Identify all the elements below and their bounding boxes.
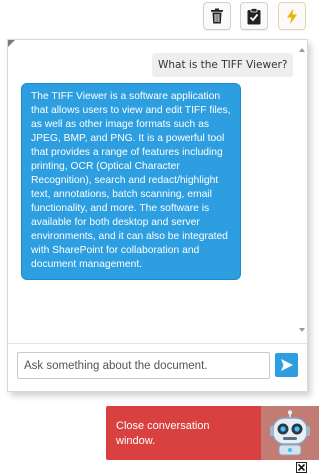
message-list: What is the TIFF Viewer? The TIFF Viewer… bbox=[8, 40, 299, 343]
clipboard-check-icon bbox=[247, 7, 261, 24]
divider bbox=[8, 343, 307, 344]
scrollbar[interactable] bbox=[297, 40, 307, 343]
close-conversation-label: Close conversation window. bbox=[116, 420, 210, 447]
robot-icon bbox=[270, 410, 310, 456]
bot-avatar bbox=[261, 406, 319, 460]
send-arrow-icon bbox=[280, 359, 293, 371]
lightning-icon bbox=[287, 8, 297, 24]
question-input-wrapper bbox=[17, 352, 270, 379]
close-icon bbox=[298, 464, 305, 471]
scroll-up-icon[interactable] bbox=[299, 48, 305, 52]
clipboard-button[interactable] bbox=[240, 2, 268, 30]
dismiss-button[interactable] bbox=[296, 462, 307, 473]
bot-message: The TIFF Viewer is a software applicatio… bbox=[21, 83, 241, 280]
scroll-down-icon[interactable] bbox=[299, 328, 305, 332]
send-button[interactable] bbox=[275, 353, 298, 377]
user-message: What is the TIFF Viewer? bbox=[152, 53, 294, 77]
trash-icon bbox=[211, 8, 223, 24]
chat-window: What is the TIFF Viewer? The TIFF Viewer… bbox=[7, 39, 308, 392]
quick-actions-button[interactable] bbox=[278, 2, 306, 30]
close-conversation-button[interactable]: Close conversation window. bbox=[106, 406, 319, 460]
question-input[interactable] bbox=[18, 353, 269, 378]
delete-button[interactable] bbox=[203, 2, 231, 30]
